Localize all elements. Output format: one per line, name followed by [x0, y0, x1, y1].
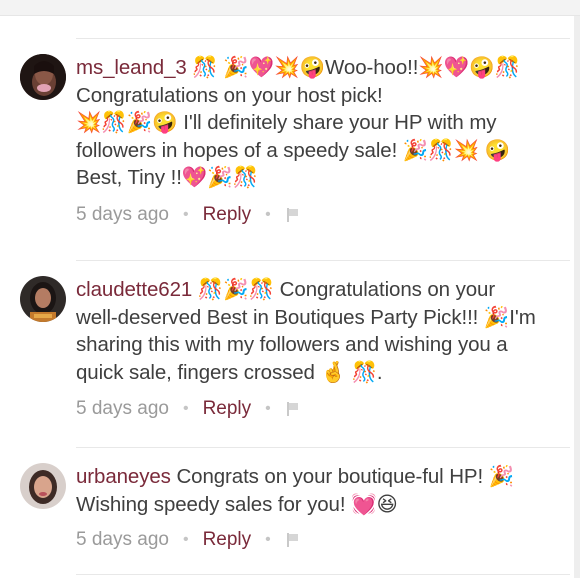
comment-item: ms_leand_3 🎊 🎉💖💥🤪Woo-hoo!!💥💖🤪🎊 Congratul…	[0, 40, 574, 246]
reply-button[interactable]: Reply	[203, 204, 252, 226]
reply-button[interactable]: Reply	[203, 529, 252, 551]
comment-text-line: Congrats on your boutique-ful HP! 🎉	[170, 465, 515, 488]
comment-text-line: well-deserved Best in Boutiques Party Pi…	[76, 305, 536, 329]
username-link[interactable]: urbaneyes	[76, 465, 171, 488]
timestamp: 5 days ago	[76, 529, 169, 550]
flag-icon[interactable]	[286, 533, 299, 547]
comment-item: urbaneyes Congrats on your boutique-ful …	[0, 449, 574, 573]
comment-text-line: Wishing speedy sales for you! 💓😆	[76, 492, 398, 516]
scroll-edge	[574, 16, 580, 578]
comment-text-line: followers in hopes of a speedy sale! 🎉🎊💥…	[76, 138, 511, 162]
divider	[76, 260, 570, 261]
comment-text-line: quick sale, fingers crossed 🤞 🎊.	[76, 360, 383, 384]
separator-dot: •	[182, 400, 189, 417]
separator-dot: •	[265, 531, 271, 548]
reply-button[interactable]: Reply	[203, 398, 252, 420]
avatar[interactable]	[20, 276, 66, 322]
timestamp: 5 days ago	[76, 398, 169, 419]
divider	[76, 38, 570, 39]
avatar[interactable]	[20, 463, 66, 509]
timestamp: 5 days ago	[76, 204, 169, 225]
username-link[interactable]: claudette621	[76, 278, 192, 301]
separator-dot: •	[265, 400, 271, 417]
separator-dot: •	[182, 531, 189, 548]
comment-meta: 5 days ago • Reply •	[76, 398, 299, 420]
flag-icon[interactable]	[286, 208, 299, 222]
divider	[76, 574, 570, 575]
comment-text-line: sharing this with my followers and wishi…	[76, 333, 508, 356]
comment-meta: 5 days ago • Reply •	[76, 529, 299, 551]
separator-dot: •	[182, 206, 189, 223]
separator-dot: •	[265, 206, 271, 223]
comment-text-line: 🎊 🎉💖💥🤪Woo-hoo!!💥💖🤪🎊	[186, 56, 521, 79]
comment-body: urbaneyes Congrats on your boutique-ful …	[76, 463, 560, 518]
comment-meta: 5 days ago • Reply •	[76, 204, 299, 226]
comment-text-line: 🎊🎉🎊 Congratulations on your	[192, 278, 496, 301]
comment-item: claudette621 🎊🎉🎊 Congratulations on your…	[0, 262, 574, 440]
avatar[interactable]	[20, 54, 66, 100]
comment-text-line: Congratulations on your host pick!	[76, 83, 383, 107]
username-link[interactable]: ms_leand_3	[76, 56, 187, 79]
comment-text-line: 💥🎊🎉🤪 I'll definitely share your HP with …	[76, 111, 497, 134]
comment-body: ms_leand_3 🎊 🎉💖💥🤪Woo-hoo!!💥💖🤪🎊 Congratul…	[76, 54, 560, 192]
comments-panel: ms_leand_3 🎊 🎉💖💥🤪Woo-hoo!!💥💖🤪🎊 Congratul…	[0, 0, 580, 578]
top-bar	[0, 0, 580, 16]
comment-body: claudette621 🎊🎉🎊 Congratulations on your…	[76, 276, 560, 386]
flag-icon[interactable]	[286, 402, 299, 416]
comment-text-line: Best, Tiny !!💖🎉🎊	[76, 166, 259, 189]
divider	[76, 447, 570, 448]
